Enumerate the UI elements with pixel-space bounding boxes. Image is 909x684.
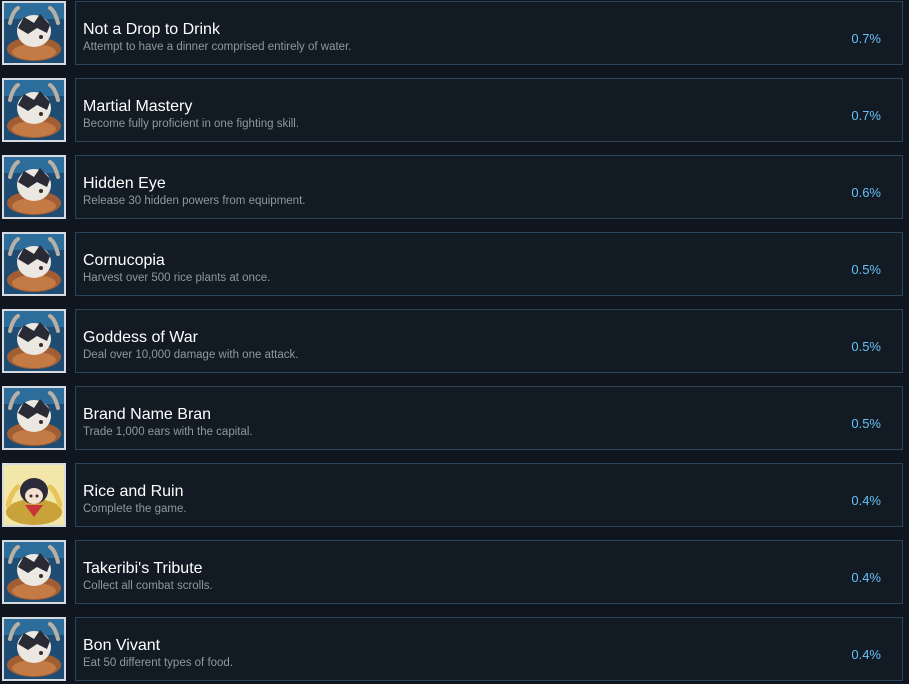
unlock-percentage: 0.4% [851, 493, 881, 508]
silver-rice-badge-icon [2, 1, 66, 65]
achievement-row[interactable]: Not a Drop to Drink Attempt to have a di… [0, 1, 909, 67]
achievement-title: Goddess of War [83, 329, 199, 346]
achievement-card: Hidden Eye Release 30 hidden powers from… [75, 155, 903, 219]
achievement-row[interactable]: Takeribi's Tribute Collect all combat sc… [0, 540, 909, 606]
silver-rice-badge-icon [2, 540, 66, 604]
achievement-row[interactable]: Rice and Ruin Complete the game. 0.4% [0, 463, 909, 529]
silver-rice-badge-icon [2, 617, 66, 681]
achievement-title: Martial Mastery [83, 98, 193, 115]
achievement-description: Become fully proficient in one fighting … [83, 118, 300, 130]
unlock-percentage: 0.5% [851, 262, 881, 277]
unlock-percentage: 0.7% [851, 108, 881, 123]
achievement-list: Not a Drop to Drink Attempt to have a di… [0, 0, 909, 684]
achievement-card: Cornucopia Harvest over 500 rice plants … [75, 232, 903, 296]
unlock-percentage: 0.7% [851, 31, 881, 46]
achievement-title: Not a Drop to Drink [83, 21, 220, 38]
silver-rice-badge-icon [2, 386, 66, 450]
achievement-title: Brand Name Bran [83, 406, 212, 423]
achievement-title: Bon Vivant [83, 637, 161, 654]
achievement-card: Martial Mastery Become fully proficient … [75, 78, 903, 142]
achievement-row[interactable]: Goddess of War Deal over 10,000 damage w… [0, 309, 909, 375]
silver-rice-badge-icon [2, 232, 66, 296]
achievement-title: Cornucopia [83, 252, 165, 269]
silver-rice-badge-icon [2, 155, 66, 219]
achievement-description: Harvest over 500 rice plants at once. [83, 272, 271, 284]
achievement-card: Rice and Ruin Complete the game. 0.4% [75, 463, 903, 527]
achievement-row[interactable]: Hidden Eye Release 30 hidden powers from… [0, 155, 909, 221]
unlock-percentage: 0.5% [851, 416, 881, 431]
achievement-title: Takeribi's Tribute [83, 560, 203, 577]
achievement-description: Collect all combat scrolls. [83, 580, 213, 592]
achievement-card: Brand Name Bran Trade 1,000 ears with th… [75, 386, 903, 450]
achievement-description: Eat 50 different types of food. [83, 657, 234, 669]
achievement-card: Takeribi's Tribute Collect all combat sc… [75, 540, 903, 604]
achievement-row[interactable]: Martial Mastery Become fully proficient … [0, 78, 909, 144]
achievement-title: Hidden Eye [83, 175, 166, 192]
achievement-card: Not a Drop to Drink Attempt to have a di… [75, 1, 903, 65]
achievement-description: Complete the game. [83, 503, 187, 515]
achievement-title: Rice and Ruin [83, 483, 184, 500]
achievement-card: Goddess of War Deal over 10,000 damage w… [75, 309, 903, 373]
unlock-percentage: 0.6% [851, 185, 881, 200]
unlock-percentage: 0.4% [851, 647, 881, 662]
silver-rice-badge-icon [2, 309, 66, 373]
achievement-description: Deal over 10,000 damage with one attack. [83, 349, 299, 361]
achievement-description: Attempt to have a dinner comprised entir… [83, 41, 352, 53]
achievement-row[interactable]: Cornucopia Harvest over 500 rice plants … [0, 232, 909, 298]
achievement-row[interactable]: Brand Name Bran Trade 1,000 ears with th… [0, 386, 909, 452]
achievement-row[interactable]: Bon Vivant Eat 50 different types of foo… [0, 617, 909, 683]
achievement-description: Release 30 hidden powers from equipment. [83, 195, 306, 207]
achievement-card: Bon Vivant Eat 50 different types of foo… [75, 617, 903, 681]
silver-rice-badge-icon [2, 78, 66, 142]
unlock-percentage: 0.4% [851, 570, 881, 585]
gold-sakuna-badge-icon [2, 463, 66, 527]
unlock-percentage: 0.5% [851, 339, 881, 354]
achievement-description: Trade 1,000 ears with the capital. [83, 426, 253, 438]
